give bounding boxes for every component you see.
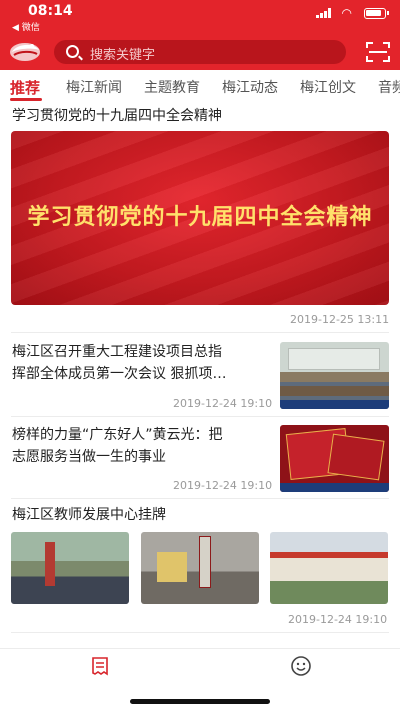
divider <box>11 332 389 333</box>
status-time: 08:14 <box>28 3 73 19</box>
next-article-peek <box>11 640 389 648</box>
tab-theme-education[interactable]: 主题教育 <box>144 77 200 97</box>
app-logo-icon[interactable] <box>8 38 42 64</box>
gallery-photo[interactable] <box>270 532 388 604</box>
tab-recommend[interactable]: 推荐 <box>10 77 40 98</box>
meeting-photo-thumbnail[interactable] <box>280 342 389 409</box>
article-title-line[interactable]: 挥部全体成员第一次会议 狠抓项… <box>12 362 226 386</box>
search-icon <box>66 45 79 58</box>
article-title[interactable]: 梅江区教师发展中心挂牌 <box>12 503 166 527</box>
article-title-line[interactable]: 志愿服务当做一生的事业 <box>12 445 166 469</box>
article-title-line[interactable]: 梅江区召开重大工程建设项目总指 <box>12 340 222 364</box>
tab-meijiang-news[interactable]: 梅江新闻 <box>66 77 122 97</box>
article-title-line[interactable]: 榜样的力量“广东好人”黄云光：把 <box>12 423 223 447</box>
battery-icon <box>364 8 389 19</box>
home-indicator <box>130 699 270 704</box>
app-header: 08:14 ◀ 微信 ◠ 搜索关键字 <box>0 0 400 70</box>
smiley-icon[interactable] <box>290 655 312 677</box>
divider <box>11 498 389 499</box>
article-title[interactable]: 学习贯彻党的十九届四中全会精神 <box>12 104 222 128</box>
article-date: 2019-12-25 13:11 <box>290 313 390 326</box>
status-bar: 08:14 ◀ 微信 ◠ <box>0 0 400 33</box>
back-to-wechat-link[interactable]: ◀ 微信 <box>12 20 40 33</box>
article-date: 2019-12-24 19:10 <box>173 479 273 492</box>
article-banner-image[interactable]: 学习贯彻党的十九届四中全会精神 <box>11 131 389 305</box>
active-tab-indicator <box>10 98 42 101</box>
divider <box>11 632 389 633</box>
gallery-photo[interactable] <box>11 532 129 604</box>
scan-icon[interactable] <box>366 42 390 62</box>
category-tabs: 推荐 梅江新闻 主题教育 梅江动态 梅江创文 音频 <box>0 70 400 102</box>
news-icon[interactable] <box>90 656 110 676</box>
tab-meijiang-civilization[interactable]: 梅江创文 <box>300 77 356 97</box>
tab-meijiang-updates[interactable]: 梅江动态 <box>222 77 278 97</box>
certificate-photo-thumbnail[interactable] <box>280 425 389 492</box>
article-date: 2019-12-24 19:10 <box>288 613 388 626</box>
search-bar[interactable]: 搜索关键字 <box>54 40 346 64</box>
article-date: 2019-12-24 19:10 <box>173 397 273 410</box>
wifi-icon: ◠ <box>341 6 352 20</box>
search-input[interactable]: 搜索关键字 <box>90 44 155 63</box>
gallery-photo[interactable] <box>141 532 259 604</box>
banner-text: 学习贯彻党的十九届四中全会精神 <box>27 205 373 230</box>
divider <box>11 416 389 417</box>
tab-audio[interactable]: 音频 <box>378 77 400 97</box>
signal-icon <box>316 8 332 18</box>
